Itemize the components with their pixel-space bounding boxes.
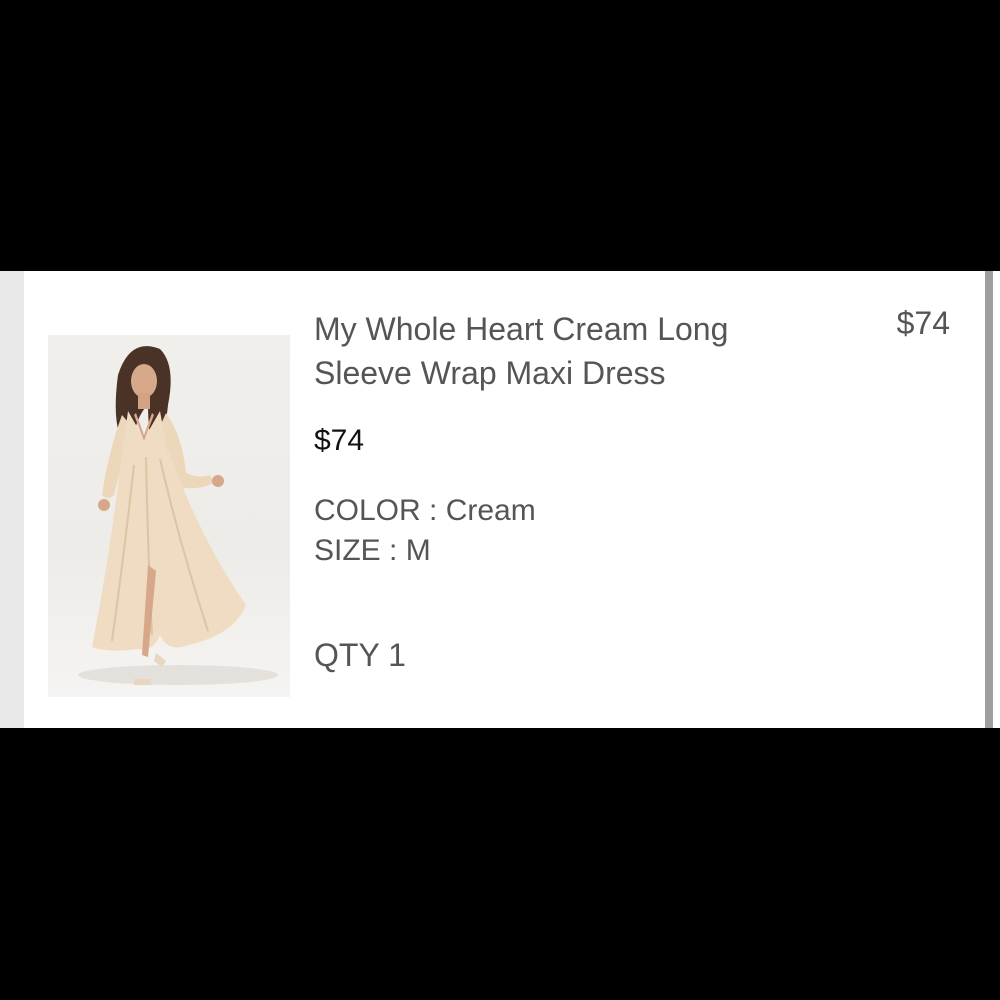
product-thumbnail[interactable] [48, 335, 290, 697]
unit-price: $74 [314, 424, 365, 457]
color-label: COLOR [314, 494, 421, 527]
cart-item-card: My Whole Heart Cream Long Sleeve Wrap Ma… [24, 271, 976, 728]
size-value: M [405, 534, 431, 567]
color-attribute: COLOR : Cream [314, 491, 536, 531]
size-label: SIZE [314, 534, 381, 567]
color-value: Cream [445, 494, 536, 527]
color-separator: : [429, 494, 446, 527]
line-total-price: $74 [896, 305, 950, 341]
size-attribute: SIZE : M [314, 531, 431, 571]
product-title[interactable]: My Whole Heart Cream Long Sleeve Wrap Ma… [314, 307, 814, 395]
size-separator: : [389, 534, 406, 567]
scrollbar-thumb[interactable] [985, 271, 993, 728]
quantity: QTY 1 [314, 633, 406, 677]
dress-photo [78, 346, 278, 685]
qty-value: 1 [388, 637, 406, 673]
cart-panel: My Whole Heart Cream Long Sleeve Wrap Ma… [0, 271, 1000, 728]
qty-label: QTY [314, 637, 380, 673]
